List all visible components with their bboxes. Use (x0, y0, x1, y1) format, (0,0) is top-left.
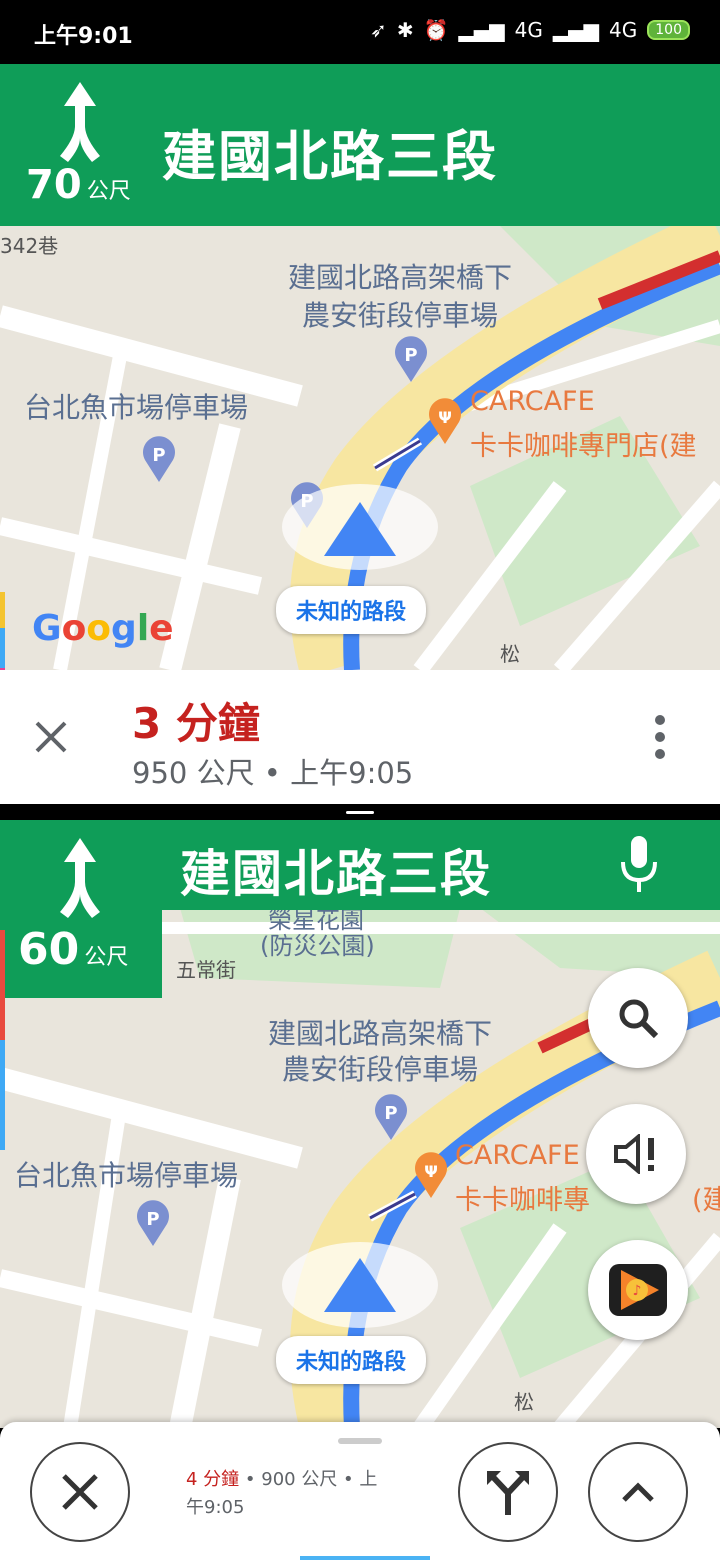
keep-straight-fork-icon (60, 82, 100, 162)
maneuver-distance: 60 公尺 (18, 924, 128, 975)
navigation-arrow-icon (324, 1258, 396, 1312)
music-player-icon: ♪ (609, 1264, 667, 1316)
poi-label: 卡卡咖啡專 (455, 1185, 590, 1216)
side-strip (0, 930, 5, 1040)
svg-text:P: P (152, 445, 165, 466)
svg-text:♪: ♪ (633, 1283, 642, 1299)
parking-icon[interactable]: P (136, 1200, 170, 1246)
distance-value: 60 (18, 924, 80, 975)
voice-guidance-button[interactable] (586, 1104, 686, 1204)
signal-icon: ▂▄▆ (458, 18, 505, 42)
eta-details: • 900 公尺 • 上 (239, 1469, 378, 1490)
eta-minutes: 4 分鐘 (186, 1469, 240, 1490)
map-label: 建國北路高架橋下 (288, 261, 513, 294)
map-label: 農安街段停車場 (302, 299, 499, 332)
distance-value: 70 (26, 162, 82, 208)
road-label: 松 (500, 642, 520, 666)
svg-text:P: P (404, 345, 417, 366)
eta-details: 950 公尺 • 上午9:05 (132, 756, 414, 790)
eta-minutes: 3 分鐘 (132, 699, 260, 748)
road-label: 五常街 (176, 958, 236, 982)
map-label: (防災公園) (260, 932, 375, 960)
gesture-bar (300, 1556, 430, 1560)
battery-icon: 100 (647, 20, 690, 40)
street-name: 建國北路三段 (180, 845, 492, 903)
unknown-road-chip: 未知的路段 (276, 1336, 427, 1384)
side-strip (0, 592, 5, 628)
route-fork-icon (487, 1471, 529, 1515)
status-bar: 上午9:01 ➶ ✱ ⏰ ▂▄▆ 4G ▂▄▆ 4G 100 (0, 0, 720, 64)
status-time: 上午9:01 (34, 24, 133, 49)
bluetooth-icon: ✱ (396, 18, 414, 42)
trip-summary-bottom: 4 分鐘 • 900 公尺 • 上 午9:05 (186, 1466, 426, 1522)
map-label: 台北魚市場停車場 (24, 391, 249, 424)
status-icons: ➶ ✱ ⏰ ▂▄▆ 4G ▂▄▆ 4G 100 (370, 18, 690, 42)
poi-label: 卡卡咖啡專門店(建 (470, 431, 697, 462)
top-navigation-banner[interactable]: 70 公尺 建國北路三段 (0, 64, 720, 226)
google-logo: Google (32, 608, 174, 649)
location-icon: ➶ (370, 18, 387, 42)
map-label: 農安街段停車場 (282, 1053, 479, 1086)
maneuver-distance: 70 公尺 (26, 162, 131, 208)
map-view-top[interactable]: 建國北路高架橋下 農安街段停車場 台北魚市場停車場 CARCAFE 卡卡咖啡專門… (0, 226, 720, 670)
poi-label: CARCAFE (455, 1140, 580, 1171)
close-icon[interactable] (34, 720, 68, 754)
eta-details: 午9:05 (186, 1497, 245, 1518)
svg-text:Ψ: Ψ (424, 1162, 438, 1181)
distance-unit: 公尺 (84, 945, 129, 970)
parking-icon[interactable]: P (394, 336, 428, 382)
street-name: 建國北路三段 (162, 125, 498, 188)
maneuver-panel[interactable]: 60 公尺 (0, 820, 162, 998)
search-button[interactable] (588, 968, 688, 1068)
road-label: 342巷 (0, 234, 59, 258)
map-label: 建國北路高架橋下 (268, 1017, 493, 1050)
unknown-road-chip: 未知的路段 (276, 586, 427, 634)
road-label: 松 (514, 1390, 534, 1414)
more-options-icon[interactable] (652, 714, 668, 760)
side-strip (0, 820, 5, 930)
svg-text:P: P (384, 1103, 397, 1124)
side-strip (0, 628, 5, 668)
chevron-up-icon (622, 1482, 654, 1502)
signal-icon: ▂▄▆ (552, 18, 600, 42)
side-strip (0, 1040, 5, 1150)
music-app-button[interactable]: ♪ (588, 1240, 688, 1340)
alternate-routes-button[interactable] (458, 1442, 558, 1542)
map-label: 台北魚市場停車場 (14, 1159, 239, 1192)
divider-handle[interactable] (346, 811, 374, 814)
speaker-alert-icon (614, 1134, 654, 1174)
network-label-1: 4G (514, 18, 543, 42)
keep-straight-fork-icon (60, 838, 100, 918)
restaurant-icon[interactable]: Ψ (428, 398, 462, 444)
poi-label: CARCAFE (470, 386, 595, 417)
navigation-arrow-icon (324, 502, 396, 556)
alarm-icon: ⏰ (423, 18, 449, 42)
microphone-icon[interactable] (620, 836, 658, 894)
svg-text:Ψ: Ψ (438, 408, 452, 427)
trip-summary-top[interactable]: 3 分鐘 950 公尺 • 上午9:05 (0, 670, 720, 804)
restaurant-icon[interactable]: Ψ (414, 1152, 448, 1198)
exit-navigation-button[interactable] (30, 1442, 130, 1542)
network-label-2: 4G (609, 18, 638, 42)
distance-unit: 公尺 (86, 179, 131, 204)
parking-icon[interactable]: P (142, 436, 176, 482)
svg-text:P: P (146, 1209, 159, 1230)
expand-sheet-button[interactable] (588, 1442, 688, 1542)
parking-icon[interactable]: P (374, 1094, 408, 1140)
poi-label: (建 (692, 1185, 720, 1216)
sheet-drag-handle[interactable] (338, 1438, 382, 1444)
search-icon (619, 999, 659, 1039)
close-icon (62, 1474, 98, 1510)
bottom-sheet[interactable]: 4 分鐘 • 900 公尺 • 上 午9:05 (0, 1422, 720, 1560)
